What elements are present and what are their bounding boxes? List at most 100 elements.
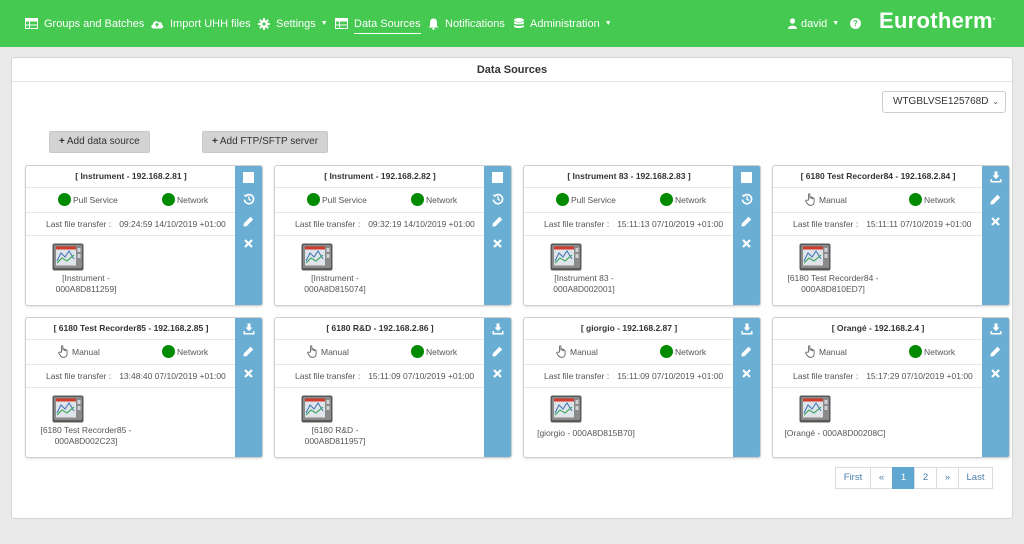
nav-import-uhh-files[interactable]: Import UHH files <box>150 0 251 47</box>
user-name: david <box>801 17 828 30</box>
device-label: [giorgio - 000A8D815B70] <box>524 428 648 439</box>
device-label-line: 000A8D002C23] <box>54 436 118 446</box>
nav-administration[interactable]: Administration ▼ <box>514 0 612 47</box>
download-icon <box>990 171 1001 183</box>
select-button[interactable] <box>733 166 760 188</box>
status-led-icon <box>909 193 922 206</box>
card-actions <box>484 318 511 457</box>
hand-icon <box>556 345 566 358</box>
data-source-card: [ 6180 Test Recorder85 - 192.168.2.85 ] … <box>25 317 263 458</box>
edit-button[interactable] <box>733 340 760 362</box>
card-title: [ Instrument - 192.168.2.82 ] <box>275 166 485 188</box>
delete-button[interactable] <box>733 232 760 254</box>
delete-button[interactable] <box>235 362 262 384</box>
status-led-icon <box>909 345 922 358</box>
recorder-icon <box>550 395 582 423</box>
edit-button[interactable] <box>982 188 1009 210</box>
edit-button[interactable] <box>733 210 760 232</box>
pagination: First « 1 2 » Last <box>835 467 993 489</box>
delete-button[interactable] <box>484 362 511 384</box>
page-prev-button[interactable]: « <box>870 467 893 489</box>
history-button[interactable] <box>733 188 760 210</box>
select-button[interactable] <box>484 166 511 188</box>
status-led-icon <box>411 193 424 206</box>
user-icon <box>788 18 797 29</box>
download-icon <box>492 323 503 335</box>
device-label-line: 000A8D811957] <box>304 436 366 446</box>
transfer-mode: Manual <box>58 345 100 358</box>
server-select-value: WTGBLVSE125768D <box>893 96 989 107</box>
device-label-line: [Instrument - <box>62 273 110 283</box>
card-status-row: Pull Service Network <box>275 188 485 213</box>
last-transfer-label: Last file transfer : <box>295 371 361 381</box>
transfer-mode-label: Pull Service <box>322 194 367 205</box>
add-data-source-button[interactable]: + Add data source <box>49 131 150 153</box>
last-transfer-row: Last file transfer : 15:11:11 07/10/2019 … <box>773 213 983 236</box>
card-body: [ 6180 Test Recorder84 - 192.168.2.84 ] … <box>773 166 983 305</box>
edit-button[interactable] <box>235 210 262 232</box>
nav-groups-and-batches[interactable]: Groups and Batches <box>25 0 144 47</box>
delete-button[interactable] <box>982 210 1009 232</box>
device-label-line: [6180 R&D - <box>311 425 359 435</box>
table-icon <box>335 18 348 29</box>
user-menu[interactable]: david ▼ <box>788 0 839 47</box>
close-icon <box>742 238 751 248</box>
last-transfer-time: 15:11:09 07/10/2019 +01:00 <box>368 371 475 381</box>
card-status-row: Manual Network <box>524 340 734 365</box>
recorder-icon <box>301 395 333 423</box>
page-2-button[interactable]: 2 <box>914 467 937 489</box>
transfer-mode: Manual <box>805 193 847 206</box>
nav-data-sources[interactable]: Data Sources <box>335 0 421 47</box>
hand-icon <box>805 193 815 206</box>
last-transfer-time: 09:24:59 14/10/2019 +01:00 <box>119 219 226 229</box>
device-info: [Instrument -000A8D815074] <box>275 236 485 305</box>
download-button[interactable] <box>733 318 760 340</box>
plus-icon: + <box>59 136 65 147</box>
transfer-mode-label: Manual <box>819 194 847 205</box>
edit-button[interactable] <box>235 340 262 362</box>
page-next-button[interactable]: » <box>936 467 959 489</box>
delete-button[interactable] <box>733 362 760 384</box>
download-button[interactable] <box>982 318 1009 340</box>
network-label: Network <box>426 346 458 357</box>
card-actions <box>733 318 760 457</box>
nav-notifications[interactable]: Notifications <box>428 0 505 47</box>
close-icon <box>244 238 253 248</box>
add-ftp-server-button[interactable]: + Add FTP/SFTP server <box>202 131 329 153</box>
history-button[interactable] <box>484 188 511 210</box>
help-button[interactable]: ? <box>850 0 861 47</box>
device-label-line: [6180 Test Recorder85 - <box>40 425 132 435</box>
delete-button[interactable] <box>982 362 1009 384</box>
server-select[interactable]: WTGBLVSE125768D ⌄ <box>882 91 1006 113</box>
select-button[interactable] <box>235 166 262 188</box>
page-first-button[interactable]: First <box>835 467 871 489</box>
delete-button[interactable] <box>484 232 511 254</box>
brand-text: Eurotherm <box>878 8 993 33</box>
nav-label: Import UHH files <box>170 17 251 30</box>
chevron-down-icon: ▼ <box>832 20 840 27</box>
edit-button[interactable] <box>484 340 511 362</box>
card-actions <box>235 166 262 305</box>
last-transfer-label: Last file transfer : <box>295 219 361 229</box>
network-status: Network <box>162 345 208 358</box>
chevron-down-icon: ▼ <box>320 20 328 27</box>
recorder-icon <box>52 243 84 271</box>
edit-button[interactable] <box>484 210 511 232</box>
history-button[interactable] <box>235 188 262 210</box>
download-button[interactable] <box>982 166 1009 188</box>
download-button[interactable] <box>484 318 511 340</box>
page-last-button[interactable]: Last <box>958 467 993 489</box>
pencil-icon <box>243 346 254 356</box>
download-button[interactable] <box>235 318 262 340</box>
nav-settings[interactable]: Settings ▼ <box>258 0 328 47</box>
status-led-icon <box>556 193 569 206</box>
device-label-line: 000A8D002001] <box>553 284 615 294</box>
last-transfer-row: Last file transfer : 09:24:59 14/10/2019 … <box>26 213 236 236</box>
delete-button[interactable] <box>235 232 262 254</box>
recorder-icon <box>799 243 831 271</box>
network-label: Network <box>426 194 458 205</box>
last-transfer-label: Last file transfer : <box>46 219 112 229</box>
edit-button[interactable] <box>982 340 1009 362</box>
device-label-line: [Instrument 83 - <box>554 273 614 283</box>
page-1-button[interactable]: 1 <box>892 467 915 489</box>
